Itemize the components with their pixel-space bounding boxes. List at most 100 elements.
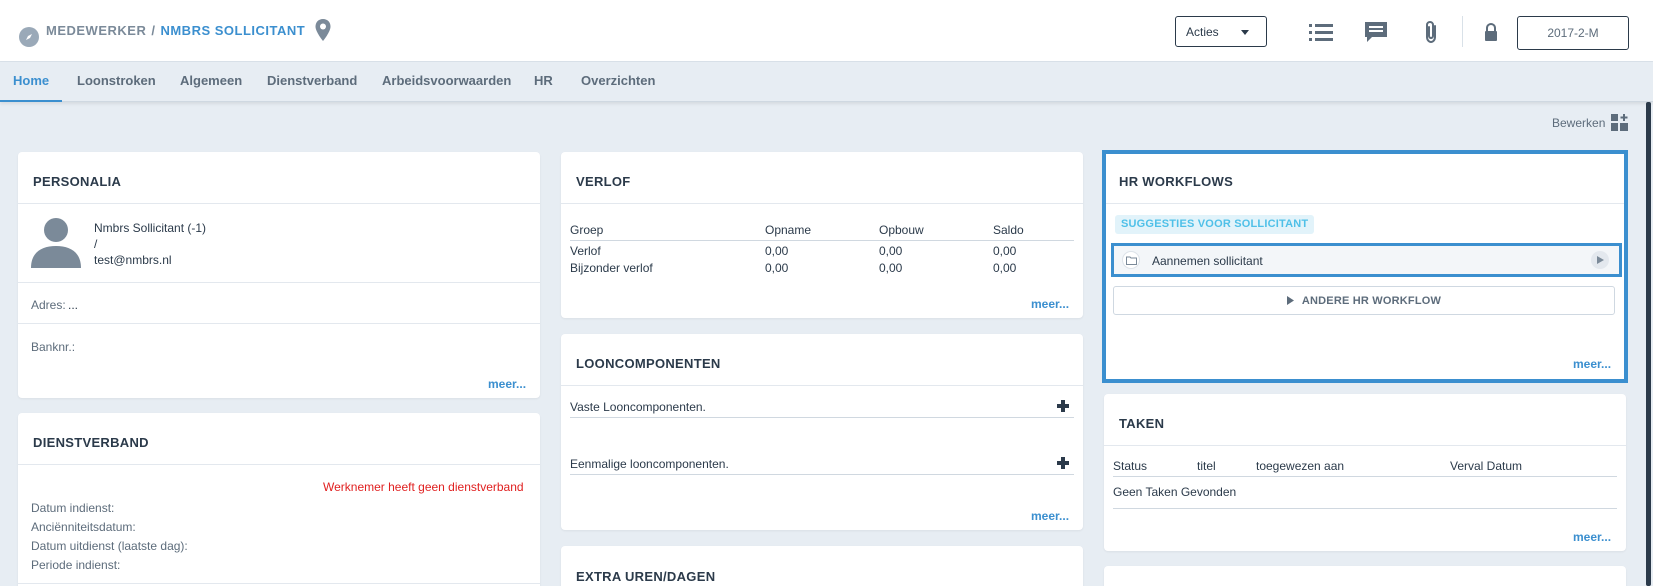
acties-label: Acties xyxy=(1186,24,1219,39)
employee-email: test@nmbrs.nl xyxy=(94,253,172,267)
adres-label: Adres: xyxy=(31,298,66,312)
location-pin-icon[interactable] xyxy=(314,18,332,42)
lock-icon[interactable] xyxy=(1482,20,1500,44)
verlof-title: VERLOF xyxy=(576,174,631,189)
table-cell: Bijzonder verlof xyxy=(570,261,653,275)
tab-home[interactable]: Home xyxy=(13,62,49,102)
divider xyxy=(18,323,540,324)
tab-arbeidsvoorwaarden[interactable]: Arbeidsvoorwaarden xyxy=(382,62,511,102)
tab-algemeen[interactable]: Algemeen xyxy=(180,62,242,102)
add-vaste-looncomponent-icon[interactable] xyxy=(1057,400,1069,412)
avatar xyxy=(31,218,81,268)
workflow-item-label: Aannemen sollicitant xyxy=(1152,254,1263,268)
periode-indienst-label: Periode indienst: xyxy=(31,558,121,572)
bewerken-label: Bewerken xyxy=(1552,115,1606,130)
looncomponenten-card: LOONCOMPONENTEN Vaste Looncomponenten. E… xyxy=(561,334,1083,530)
divider xyxy=(18,203,540,204)
folder-icon xyxy=(1122,251,1140,269)
main-navigation: Home Loonstroken Algemeen Dienstverband … xyxy=(0,62,1653,102)
divider xyxy=(18,464,540,465)
looncomponenten-meer-link[interactable]: meer... xyxy=(1031,509,1069,523)
active-tab-indicator xyxy=(0,100,62,102)
table-cell: 0,00 xyxy=(879,244,903,258)
compass-icon[interactable] xyxy=(19,27,39,47)
col-titel: titel xyxy=(1197,459,1216,473)
extra-uren-card: EXTRA UREN/DAGEN xyxy=(561,546,1083,586)
andere-hr-workflow-label: ANDERE HR WORKFLOW xyxy=(1301,294,1442,307)
col-saldo: Saldo xyxy=(993,223,1024,237)
name-separator: / xyxy=(94,237,98,251)
divider xyxy=(570,474,1074,475)
taken-empty-message: Geen Taken Gevonden xyxy=(1113,485,1237,499)
table-cell: 0,00 xyxy=(993,244,1017,258)
ancienniteitsdatum-label: Anciënniteitsdatum: xyxy=(31,520,136,534)
table-cell: 0,00 xyxy=(765,261,789,275)
table-header-divider xyxy=(1113,476,1617,477)
period-label: 2017-2-M xyxy=(1547,26,1599,40)
play-icon[interactable] xyxy=(1591,251,1609,269)
table-header-divider xyxy=(570,240,1074,241)
verlof-card: VERLOF Groep Opname Opbouw Saldo Verlof … xyxy=(561,152,1083,318)
personalia-card: PERSONALIA Nmbrs Sollicitant (-1) / test… xyxy=(18,152,540,398)
next-card xyxy=(1104,566,1626,586)
breadcrumb: MEDEWERKER / NMBRS SOLLICITANT xyxy=(46,23,305,38)
tab-dienstverband[interactable]: Dienstverband xyxy=(267,62,357,102)
scrollbar[interactable] xyxy=(1646,102,1651,586)
dienstverband-card: DIENSTVERBAND Werknemer heeft geen diens… xyxy=(18,413,540,586)
toolbar-divider xyxy=(1462,16,1463,47)
acties-dropdown[interactable]: Acties xyxy=(1175,16,1267,47)
andere-hr-workflow-button[interactable]: ANDERE HR WORKFLOW xyxy=(1113,286,1615,315)
comment-icon[interactable] xyxy=(1363,20,1389,44)
personalia-meer-link[interactable]: meer... xyxy=(488,377,526,391)
workflow-item-aannemen[interactable]: Aannemen sollicitant xyxy=(1111,243,1622,277)
divider xyxy=(18,583,540,584)
divider xyxy=(561,385,1083,386)
divider xyxy=(570,417,1074,418)
divider xyxy=(18,282,540,283)
col-opname: Opname xyxy=(765,223,812,237)
col-opbouw: Opbouw xyxy=(879,223,924,237)
verlof-meer-link[interactable]: meer... xyxy=(1031,297,1069,311)
breadcrumb-employee[interactable]: MEDEWERKER xyxy=(46,23,146,38)
bewerken-button[interactable]: Bewerken xyxy=(1552,114,1629,131)
tab-hr[interactable]: HR xyxy=(534,62,553,102)
datum-indienst-label: Datum indienst: xyxy=(31,501,115,515)
personalia-title: PERSONALIA xyxy=(33,174,122,189)
col-verval-datum: Verval Datum xyxy=(1450,459,1523,473)
table-cell: 0,00 xyxy=(879,261,903,275)
suggesties-badge: SUGGESTIES VOOR SOLLICITANT xyxy=(1115,215,1315,234)
divider xyxy=(1104,445,1626,446)
adres-value: ... xyxy=(68,298,79,312)
col-groep: Groep xyxy=(570,223,604,237)
breadcrumb-separator: / xyxy=(151,23,156,38)
taken-card: TAKEN Status titel toegewezen aan Verval… xyxy=(1104,394,1626,551)
eenmalige-looncomponenten-label: Eenmalige looncomponenten. xyxy=(570,457,729,471)
taken-meer-link[interactable]: meer... xyxy=(1573,530,1611,544)
extra-uren-title: EXTRA UREN/DAGEN xyxy=(576,569,716,584)
chevron-down-icon xyxy=(1241,30,1249,35)
employee-name: Nmbrs Sollicitant (-1) xyxy=(94,221,207,235)
datum-uitdienst-label: Datum uitdienst (laatste dag): xyxy=(31,539,188,553)
tab-loonstroken[interactable]: Loonstroken xyxy=(77,62,156,102)
table-cell: 0,00 xyxy=(765,244,789,258)
add-eenmalige-looncomponent-icon[interactable] xyxy=(1057,457,1069,469)
dienstverband-title: DIENSTVERBAND xyxy=(33,435,149,450)
divider xyxy=(1113,508,1617,509)
table-cell: Verlof xyxy=(570,244,601,258)
top-bar: MEDEWERKER / NMBRS SOLLICITANT Acties 20… xyxy=(0,0,1653,62)
banknr-label: Banknr.: xyxy=(31,340,76,354)
dashboard-edit-icon xyxy=(1611,114,1629,131)
looncomponenten-title: LOONCOMPONENTEN xyxy=(576,356,721,371)
vaste-looncomponenten-label: Vaste Looncomponenten. xyxy=(570,400,706,414)
paperclip-icon[interactable] xyxy=(1419,20,1445,44)
col-toegewezen-aan: toegewezen aan xyxy=(1256,459,1345,473)
list-icon[interactable] xyxy=(1308,20,1334,44)
period-selector-button[interactable]: 2017-2-M xyxy=(1517,16,1629,50)
taken-title: TAKEN xyxy=(1119,416,1165,431)
no-employment-warning: Werknemer heeft geen dienstverband xyxy=(323,480,524,494)
divider xyxy=(561,203,1083,204)
col-status: Status xyxy=(1113,459,1148,473)
play-icon xyxy=(1286,296,1294,305)
breadcrumb-employee-name[interactable]: NMBRS SOLLICITANT xyxy=(160,23,305,38)
tab-overzichten[interactable]: Overzichten xyxy=(581,62,655,102)
